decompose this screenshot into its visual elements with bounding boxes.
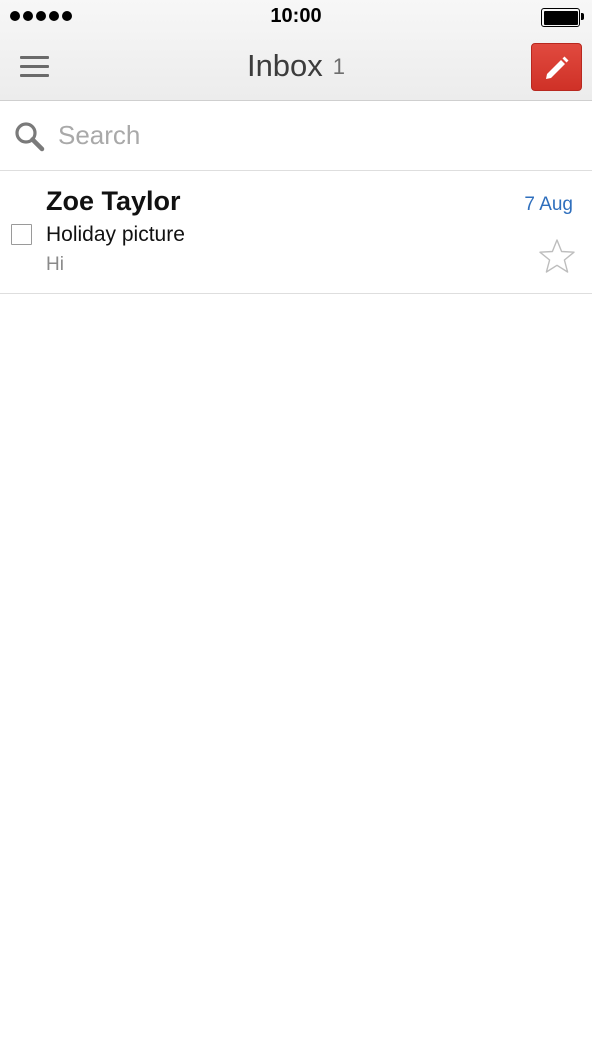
star-button[interactable] <box>538 238 576 279</box>
message-select-checkbox[interactable] <box>11 224 32 245</box>
message-sender: Zoe Taylor <box>46 186 181 216</box>
app-header: Inbox 1 <box>0 34 592 100</box>
inbox-title: Inbox <box>246 48 323 83</box>
search-bar <box>0 101 592 171</box>
message-snippet: Hi <box>46 254 64 275</box>
battery-icon <box>541 8 584 27</box>
list-item[interactable]: Zoe Taylor 7 Aug Holiday picture Hi <box>0 171 592 294</box>
pencil-icon <box>546 56 569 79</box>
page-title: Inbox 1 <box>0 48 592 84</box>
unread-count: 1 <box>332 54 346 79</box>
star-icon <box>539 239 575 273</box>
message-date: 7 Aug <box>524 194 573 215</box>
compose-button[interactable] <box>531 43 582 91</box>
status-bar: 10:00 <box>0 0 592 34</box>
status-time: 10:00 <box>270 5 322 27</box>
top-bar: 10:00 Inbox 1 <box>0 0 592 101</box>
search-input[interactable] <box>58 115 558 155</box>
search-icon <box>15 122 45 152</box>
message-subject: Holiday picture <box>46 223 185 246</box>
